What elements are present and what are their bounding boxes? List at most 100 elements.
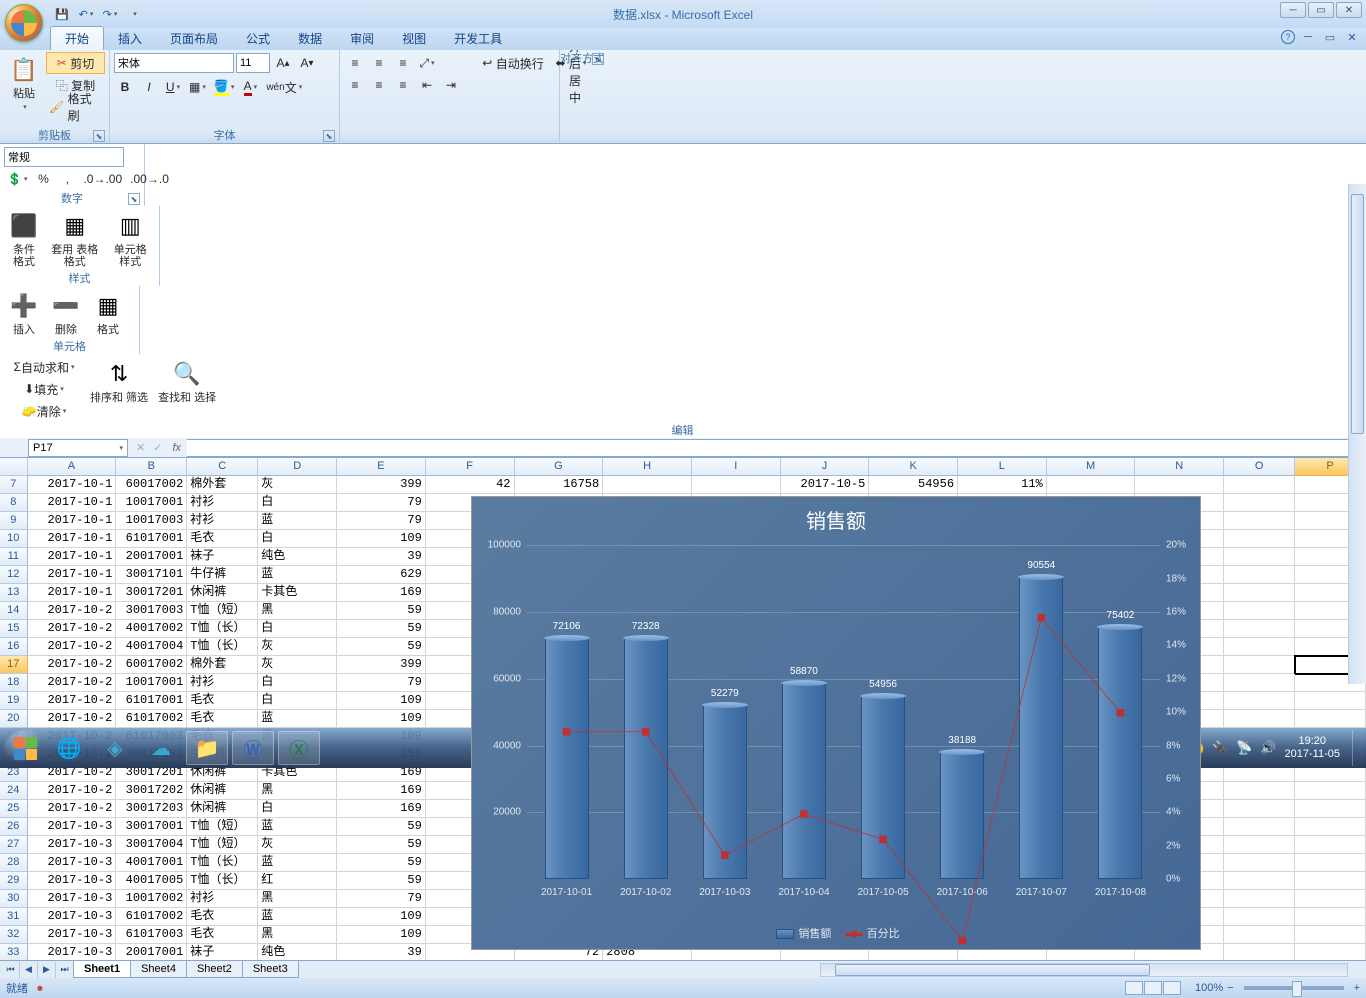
- ribbon-min-icon[interactable]: ─: [1299, 30, 1317, 44]
- sheet-tab[interactable]: Sheet2: [186, 961, 243, 978]
- column-header[interactable]: O: [1224, 458, 1295, 476]
- select-all-corner[interactable]: [0, 458, 28, 476]
- cell[interactable]: 30017004: [116, 836, 187, 854]
- sheet-tab[interactable]: Sheet4: [130, 961, 187, 978]
- cell[interactable]: 白: [258, 620, 337, 638]
- cell[interactable]: [1295, 692, 1366, 710]
- cell[interactable]: 红: [258, 872, 337, 890]
- cell[interactable]: 30017001: [116, 818, 187, 836]
- office-button[interactable]: [5, 4, 43, 42]
- indent-dec-button[interactable]: ⇤: [416, 74, 438, 96]
- sheet-nav-next[interactable]: ▶: [38, 962, 56, 978]
- column-header[interactable]: L: [958, 458, 1047, 476]
- column-header[interactable]: C: [187, 458, 258, 476]
- phonetic-button[interactable]: wén文▾: [263, 76, 305, 98]
- delete-cells-button[interactable]: ➖删除: [46, 288, 86, 338]
- cell[interactable]: 59: [337, 854, 426, 872]
- cell[interactable]: 2017-10-5: [781, 476, 870, 494]
- cell[interactable]: 109: [337, 692, 426, 710]
- zoom-out-button[interactable]: −: [1227, 982, 1233, 994]
- ribbon-tab[interactable]: 页面布局: [156, 27, 232, 50]
- maximize-button[interactable]: ▭: [1308, 2, 1334, 18]
- cell[interactable]: 79: [337, 512, 426, 530]
- cell[interactable]: 白: [258, 800, 337, 818]
- row-header[interactable]: 33: [0, 944, 28, 960]
- cell[interactable]: [1224, 494, 1295, 512]
- shrink-font-button[interactable]: A▾: [296, 52, 318, 74]
- cell[interactable]: 蓝: [258, 512, 337, 530]
- column-header[interactable]: M: [1047, 458, 1136, 476]
- cell[interactable]: 79: [337, 674, 426, 692]
- confirm-formula-icon[interactable]: ✓: [153, 441, 162, 454]
- cell[interactable]: 2017-10-3: [28, 818, 117, 836]
- cell[interactable]: 2017-10-1: [28, 512, 117, 530]
- cell[interactable]: 2017-10-3: [28, 854, 117, 872]
- cell[interactable]: 60017002: [116, 656, 187, 674]
- save-icon[interactable]: 💾: [52, 4, 72, 24]
- row-header[interactable]: 26: [0, 818, 28, 836]
- row-header[interactable]: 13: [0, 584, 28, 602]
- normal-view-button[interactable]: [1125, 981, 1143, 995]
- cell[interactable]: 61017001: [116, 692, 187, 710]
- cell[interactable]: 毛衣: [187, 926, 258, 944]
- dec-decimal-button[interactable]: .00→.0: [127, 168, 172, 190]
- ribbon-restore-icon[interactable]: ▭: [1321, 30, 1339, 44]
- fx-icon[interactable]: fx: [172, 442, 181, 454]
- column-header[interactable]: K: [869, 458, 958, 476]
- orientation-button[interactable]: ⤢▾: [416, 52, 438, 74]
- taskbar-explorer-icon[interactable]: 📁: [186, 731, 228, 765]
- cell[interactable]: [1224, 944, 1295, 960]
- cell[interactable]: T恤（短）: [187, 836, 258, 854]
- cell[interactable]: 2017-10-3: [28, 944, 117, 960]
- column-header[interactable]: B: [116, 458, 187, 476]
- cell[interactable]: 棉外套: [187, 656, 258, 674]
- cell[interactable]: 59: [337, 638, 426, 656]
- cell[interactable]: 59: [337, 620, 426, 638]
- cell[interactable]: 59: [337, 872, 426, 890]
- tray-volume-icon[interactable]: 🔊: [1260, 740, 1276, 756]
- cell[interactable]: 衬衫: [187, 494, 258, 512]
- bold-button[interactable]: B: [114, 76, 136, 98]
- cell[interactable]: 2017-10-1: [28, 566, 117, 584]
- undo-icon[interactable]: ↶▾: [76, 4, 96, 24]
- cell[interactable]: 衬衫: [187, 674, 258, 692]
- cell[interactable]: 10017003: [116, 512, 187, 530]
- cell[interactable]: [1295, 926, 1366, 944]
- cell[interactable]: 蓝: [258, 854, 337, 872]
- align-left-button[interactable]: ≡: [344, 74, 366, 96]
- row-header[interactable]: 9: [0, 512, 28, 530]
- cell[interactable]: 39: [337, 548, 426, 566]
- cell[interactable]: [1295, 836, 1366, 854]
- cell[interactable]: 2017-10-3: [28, 836, 117, 854]
- cell[interactable]: [1224, 476, 1295, 494]
- cell[interactable]: 白: [258, 674, 337, 692]
- help-icon[interactable]: ?: [1281, 30, 1295, 44]
- row-header[interactable]: 27: [0, 836, 28, 854]
- cell[interactable]: 20017001: [116, 944, 187, 960]
- number-format-select[interactable]: [4, 147, 124, 167]
- cell[interactable]: 169: [337, 782, 426, 800]
- row-header[interactable]: 8: [0, 494, 28, 512]
- cell[interactable]: [1224, 620, 1295, 638]
- macro-record-icon[interactable]: ⏺: [37, 983, 43, 995]
- column-header[interactable]: J: [781, 458, 870, 476]
- cell[interactable]: [1224, 566, 1295, 584]
- ribbon-tab[interactable]: 数据: [284, 27, 336, 50]
- cell[interactable]: 衬衫: [187, 890, 258, 908]
- cell[interactable]: 袜子: [187, 944, 258, 960]
- cell[interactable]: 59: [337, 818, 426, 836]
- cell[interactable]: 袜子: [187, 548, 258, 566]
- column-header[interactable]: G: [515, 458, 604, 476]
- cell[interactable]: [1295, 818, 1366, 836]
- cell[interactable]: 毛衣: [187, 692, 258, 710]
- cell[interactable]: 毛衣: [187, 530, 258, 548]
- column-header[interactable]: F: [426, 458, 515, 476]
- cell[interactable]: [1295, 890, 1366, 908]
- cell-styles-button[interactable]: ▥单元格 样式: [105, 208, 155, 270]
- cell[interactable]: [1224, 530, 1295, 548]
- cell[interactable]: 灰: [258, 476, 337, 494]
- currency-button[interactable]: 💲▾: [4, 168, 30, 190]
- ribbon-tab[interactable]: 插入: [104, 27, 156, 50]
- column-header[interactable]: D: [258, 458, 337, 476]
- cell[interactable]: 40017004: [116, 638, 187, 656]
